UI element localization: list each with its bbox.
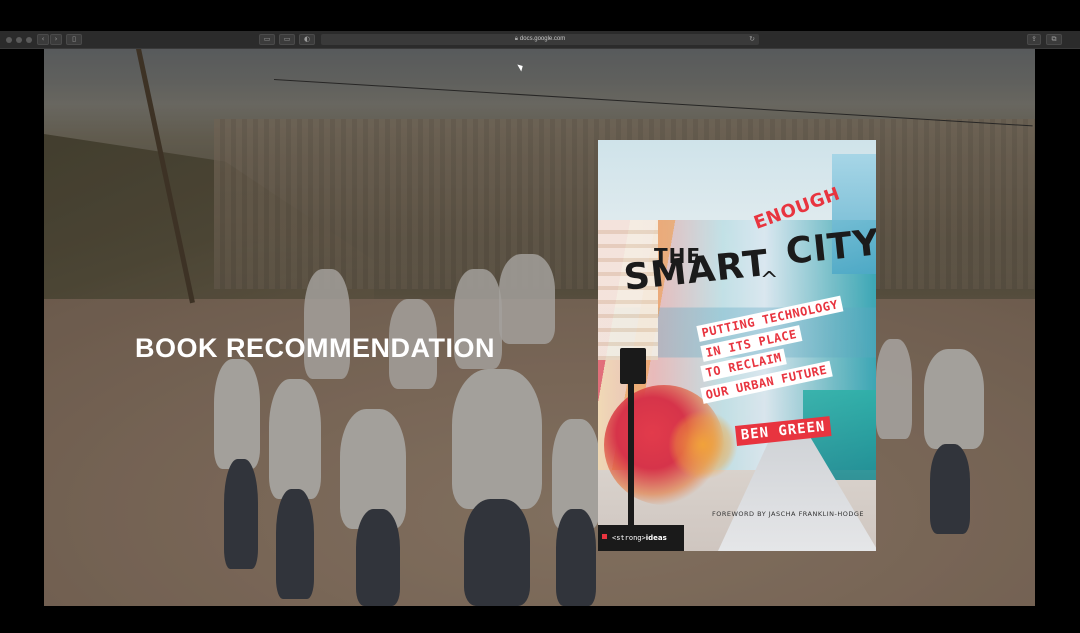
lock-icon: 🔒︎ — [514, 36, 518, 42]
close-window-icon[interactable] — [6, 37, 12, 43]
presentation-slide: BOOK RECOMMENDATION THE ENOUGH SMART ^ C… — [44, 49, 1035, 606]
reader-button[interactable]: ▭ — [279, 34, 295, 45]
url-text: docs.google.com — [519, 36, 566, 42]
privacy-button[interactable]: ◐ — [299, 34, 315, 45]
book-cover: THE ENOUGH SMART ^ CITY PUTTING TECHNOLO… — [598, 140, 876, 551]
book-imprint: <strong>ideas — [598, 525, 684, 551]
shield-icon: ▭ — [263, 35, 271, 43]
reader-icon: ▭ — [283, 35, 291, 43]
address-bar[interactable]: 🔒︎ docs.google.com ↻ — [321, 34, 759, 45]
back-button[interactable]: ‹ — [37, 34, 49, 45]
half-circle-icon: ◐ — [303, 35, 311, 43]
slide-dim-overlay — [44, 49, 1035, 606]
book-cover-orange-splash — [668, 410, 738, 480]
imprint-tag: <strong> — [612, 534, 646, 542]
sidebar-button[interactable]: ▯ — [66, 34, 82, 45]
browser-toolbar: ‹ › ▯ ▭ ▭ ◐ 🔒︎ docs.google.com ↻ ⇪ ⧉ — [0, 31, 1080, 49]
sidebar-icon: ▯ — [72, 35, 76, 43]
imprint-mark-icon — [602, 534, 607, 539]
tabs-button[interactable]: ⧉ — [1046, 34, 1062, 45]
zoom-window-icon[interactable] — [26, 37, 32, 43]
chevron-right-icon: › — [54, 35, 58, 43]
book-cover-traffic-light — [620, 348, 646, 384]
shield-button[interactable]: ▭ — [259, 34, 275, 45]
slide-title: BOOK RECOMMENDATION — [135, 333, 495, 363]
minimize-window-icon[interactable] — [16, 37, 22, 43]
book-title-caret: ^ — [760, 268, 779, 293]
share-icon: ⇪ — [1031, 35, 1037, 43]
share-button[interactable]: ⇪ — [1027, 34, 1041, 45]
book-foreword: FOREWORD BY JASCHA FRANKLIN-HODGE — [712, 510, 865, 518]
forward-button[interactable]: › — [50, 34, 62, 45]
chevron-left-icon: ‹ — [41, 35, 45, 43]
tabs-icon: ⧉ — [1051, 35, 1057, 43]
imprint-word: ideas — [645, 534, 667, 542]
reload-icon[interactable]: ↻ — [749, 34, 755, 45]
